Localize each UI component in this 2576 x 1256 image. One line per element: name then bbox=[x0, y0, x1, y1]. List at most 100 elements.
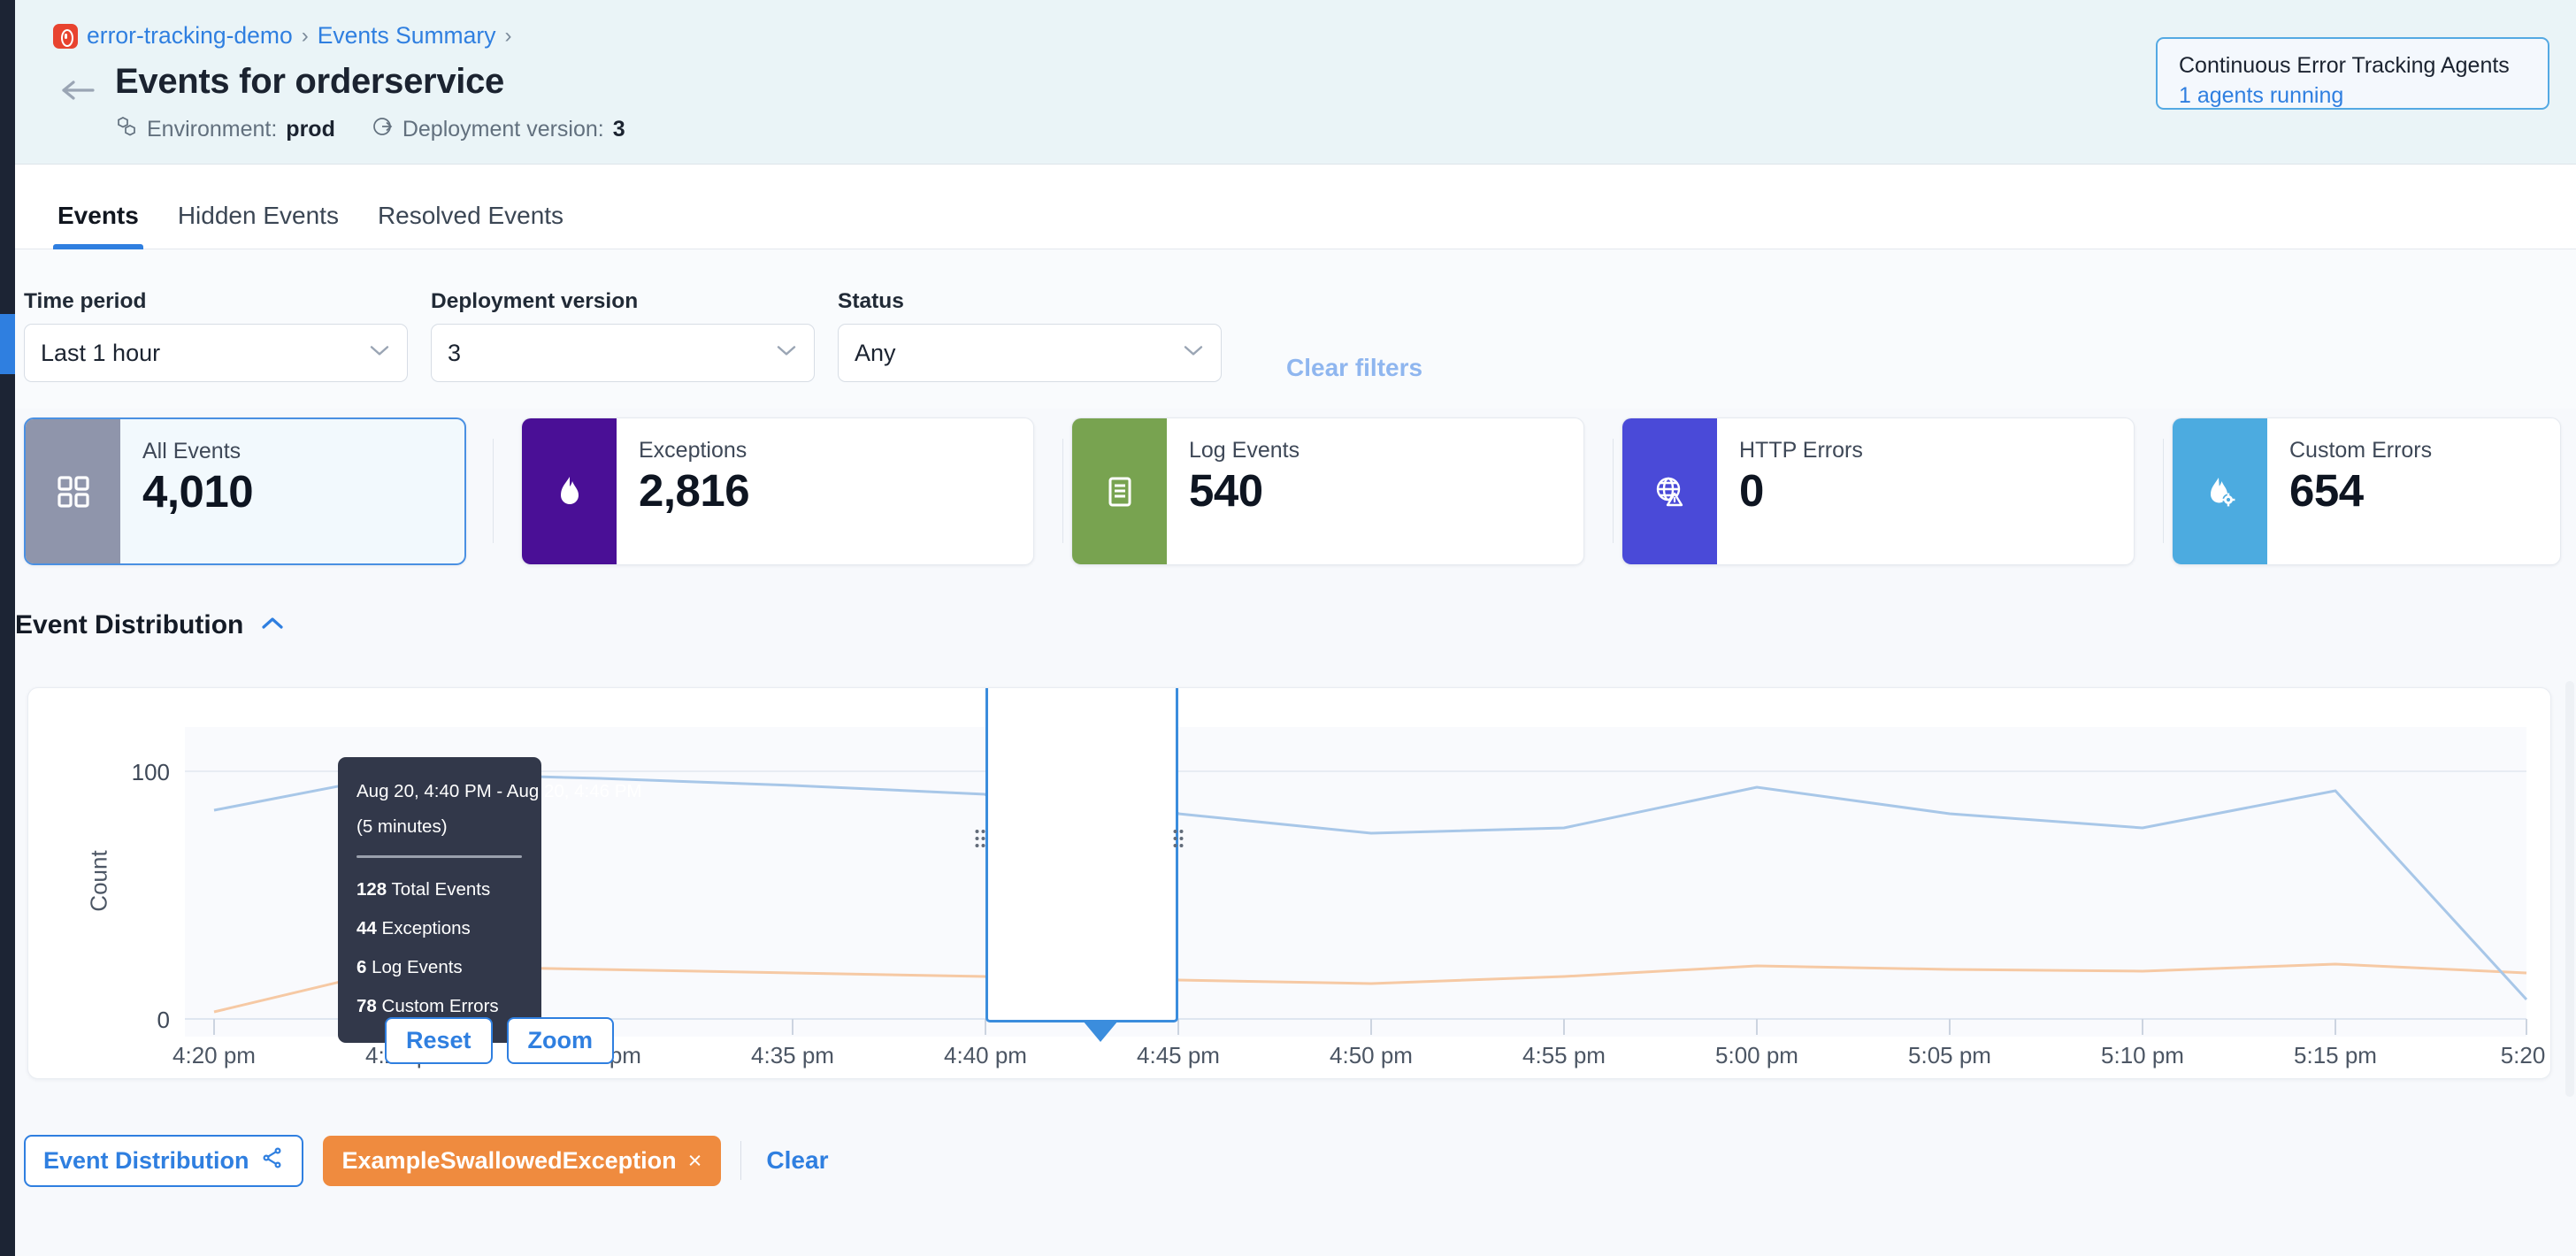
close-icon[interactable]: × bbox=[688, 1147, 702, 1175]
tab-hidden-events[interactable]: Hidden Events bbox=[158, 202, 358, 249]
filters-bar: Time period Last 1 hour Deployment versi… bbox=[15, 249, 2576, 409]
share-icon bbox=[261, 1146, 284, 1176]
chart-selection-box[interactable] bbox=[985, 688, 1178, 1022]
breadcrumb-project-link[interactable]: error-tracking-demo bbox=[87, 22, 293, 50]
tooltip-row-logs: 6 Log Events bbox=[356, 948, 522, 987]
document-icon bbox=[1072, 418, 1167, 564]
tab-bar: Events Hidden Events Resolved Events bbox=[15, 165, 2576, 249]
x-tick-8: 5:00 pm bbox=[1715, 1042, 1798, 1068]
deployment-meta: Deployment version: 3 bbox=[371, 115, 625, 144]
card-divider bbox=[1613, 439, 1614, 543]
event-distribution-chip[interactable]: Event Distribution bbox=[24, 1134, 303, 1187]
time-period-select[interactable]: Last 1 hour bbox=[24, 324, 408, 382]
agents-running-link[interactable]: 1 agents running bbox=[2179, 81, 2548, 111]
page-root: error-tracking-demo › Events Summary › E… bbox=[0, 0, 2576, 1256]
x-tick-11: 5:15 pm bbox=[2294, 1042, 2377, 1068]
page-header: error-tracking-demo › Events Summary › E… bbox=[15, 0, 2576, 165]
selection-handle-left[interactable] bbox=[973, 827, 985, 850]
x-tick-3: 4:35 pm bbox=[751, 1042, 834, 1068]
stat-card-label: Log Events bbox=[1189, 438, 1300, 463]
stat-card-http-errors[interactable]: HTTP Errors 0 bbox=[1622, 417, 2135, 565]
tooltip-duration: (5 minutes) bbox=[356, 816, 448, 837]
selection-handle-right[interactable] bbox=[1171, 827, 1184, 850]
x-tick-0: 4:20 pm bbox=[172, 1042, 256, 1068]
stat-card-label: Exceptions bbox=[639, 438, 748, 463]
stat-card-all-events[interactable]: All Events 4,010 bbox=[24, 417, 466, 565]
stat-card-exceptions[interactable]: Exceptions 2,816 bbox=[521, 417, 1034, 565]
series-custom-errors-line bbox=[213, 962, 2527, 1014]
breadcrumb-section-link[interactable]: Events Summary bbox=[318, 22, 496, 50]
stat-card-value: 0 bbox=[1739, 465, 1764, 516]
x-tick-12: 5:20 pm bbox=[2500, 1042, 2546, 1078]
time-period-label: Time period bbox=[24, 289, 147, 313]
clear-filters-button[interactable]: Clear filters bbox=[1286, 354, 1422, 382]
stat-card-label: HTTP Errors bbox=[1739, 438, 1863, 463]
stat-card-value: 654 bbox=[2289, 465, 2364, 516]
deployment-value: 3 bbox=[612, 117, 625, 142]
deployment-version-select[interactable]: 3 bbox=[431, 324, 815, 382]
card-divider bbox=[1062, 439, 1063, 543]
x-tick-9: 5:05 pm bbox=[1908, 1042, 1991, 1068]
event-distribution-title: Event Distribution bbox=[15, 610, 244, 639]
stat-card-value: 4,010 bbox=[142, 466, 254, 517]
chevron-up-icon[interactable] bbox=[259, 616, 286, 636]
breadcrumb-separator-1: › bbox=[301, 23, 309, 48]
y-axis-label: Count bbox=[85, 850, 112, 912]
left-nav-rail bbox=[0, 0, 15, 1256]
y-tick-0: 0 bbox=[157, 1007, 170, 1033]
tooltip-row-label: Total Events bbox=[391, 878, 491, 900]
page-title: Events for orderservice bbox=[115, 62, 504, 101]
deployment-version-value: 3 bbox=[448, 339, 462, 366]
x-tick-10: 5:10 pm bbox=[2101, 1042, 2184, 1068]
x-tick-7: 4:55 pm bbox=[1522, 1042, 1606, 1068]
vertical-scrollbar[interactable] bbox=[2565, 681, 2574, 1097]
tooltip-divider bbox=[356, 854, 522, 858]
left-nav-active-indicator bbox=[0, 314, 15, 374]
tooltip-row-value: 78 bbox=[356, 996, 377, 1017]
header-meta-row: Environment: prod Deployment version: 3 bbox=[115, 115, 625, 144]
stat-card-custom-errors[interactable]: Custom Errors 654 bbox=[2172, 417, 2561, 565]
stat-card-value: 540 bbox=[1189, 465, 1263, 516]
zoom-button[interactable]: Zoom bbox=[506, 1017, 615, 1064]
grid-icon bbox=[26, 419, 120, 563]
series-total-events-line bbox=[213, 771, 2528, 1001]
agents-title: Continuous Error Tracking Agents bbox=[2179, 53, 2510, 78]
flame-gear-icon bbox=[2173, 418, 2267, 564]
tooltip-row-label: Exceptions bbox=[381, 918, 471, 938]
filter-status: Status Any bbox=[838, 289, 1222, 382]
chevron-down-icon bbox=[368, 336, 391, 364]
bottom-strip bbox=[15, 1196, 2576, 1256]
globe-alert-icon bbox=[1622, 418, 1717, 564]
agents-status-box[interactable]: Continuous Error Tracking Agents 1 agent… bbox=[2156, 37, 2549, 110]
environment-label: Environment: bbox=[147, 117, 278, 142]
deployment-label: Deployment version: bbox=[402, 117, 604, 142]
tab-events[interactable]: Events bbox=[38, 202, 158, 249]
event-distribution-header: Event Distribution bbox=[15, 610, 286, 640]
stat-card-value: 2,816 bbox=[639, 465, 750, 516]
reset-button[interactable]: Reset bbox=[385, 1017, 493, 1064]
exception-filter-chip-label: ExampleSwallowedException bbox=[341, 1146, 677, 1174]
time-period-value: Last 1 hour bbox=[41, 339, 161, 366]
chips-divider bbox=[740, 1141, 742, 1180]
filter-chips-row: Event Distribution ExampleSwallowedExcep… bbox=[15, 1125, 2576, 1196]
clear-chips-button[interactable]: Clear bbox=[761, 1146, 833, 1175]
chart-zoom-controls: Reset Zoom bbox=[385, 1017, 615, 1064]
status-label: Status bbox=[838, 289, 904, 313]
chevron-down-icon bbox=[1182, 336, 1205, 364]
flame-icon bbox=[522, 418, 617, 564]
back-arrow-icon[interactable] bbox=[61, 78, 96, 103]
exception-filter-chip[interactable]: ExampleSwallowedException × bbox=[322, 1135, 722, 1186]
event-distribution-chip-label: Event Distribution bbox=[43, 1146, 249, 1174]
deployment-icon bbox=[371, 115, 394, 144]
filter-time-period: Time period Last 1 hour bbox=[24, 289, 408, 382]
x-tick-5: 4:45 pm bbox=[1137, 1042, 1220, 1068]
environment-meta: Environment: prod bbox=[115, 115, 335, 144]
status-select[interactable]: Any bbox=[838, 324, 1222, 382]
y-tick-100: 100 bbox=[131, 759, 170, 785]
stat-card-label: Custom Errors bbox=[2289, 438, 2433, 463]
stat-card-log-events[interactable]: Log Events 540 bbox=[1071, 417, 1584, 565]
breadcrumb: error-tracking-demo › Events Summary › bbox=[53, 22, 511, 50]
card-divider bbox=[493, 439, 494, 543]
environment-icon bbox=[115, 115, 138, 144]
tab-resolved-events[interactable]: Resolved Events bbox=[358, 202, 583, 249]
